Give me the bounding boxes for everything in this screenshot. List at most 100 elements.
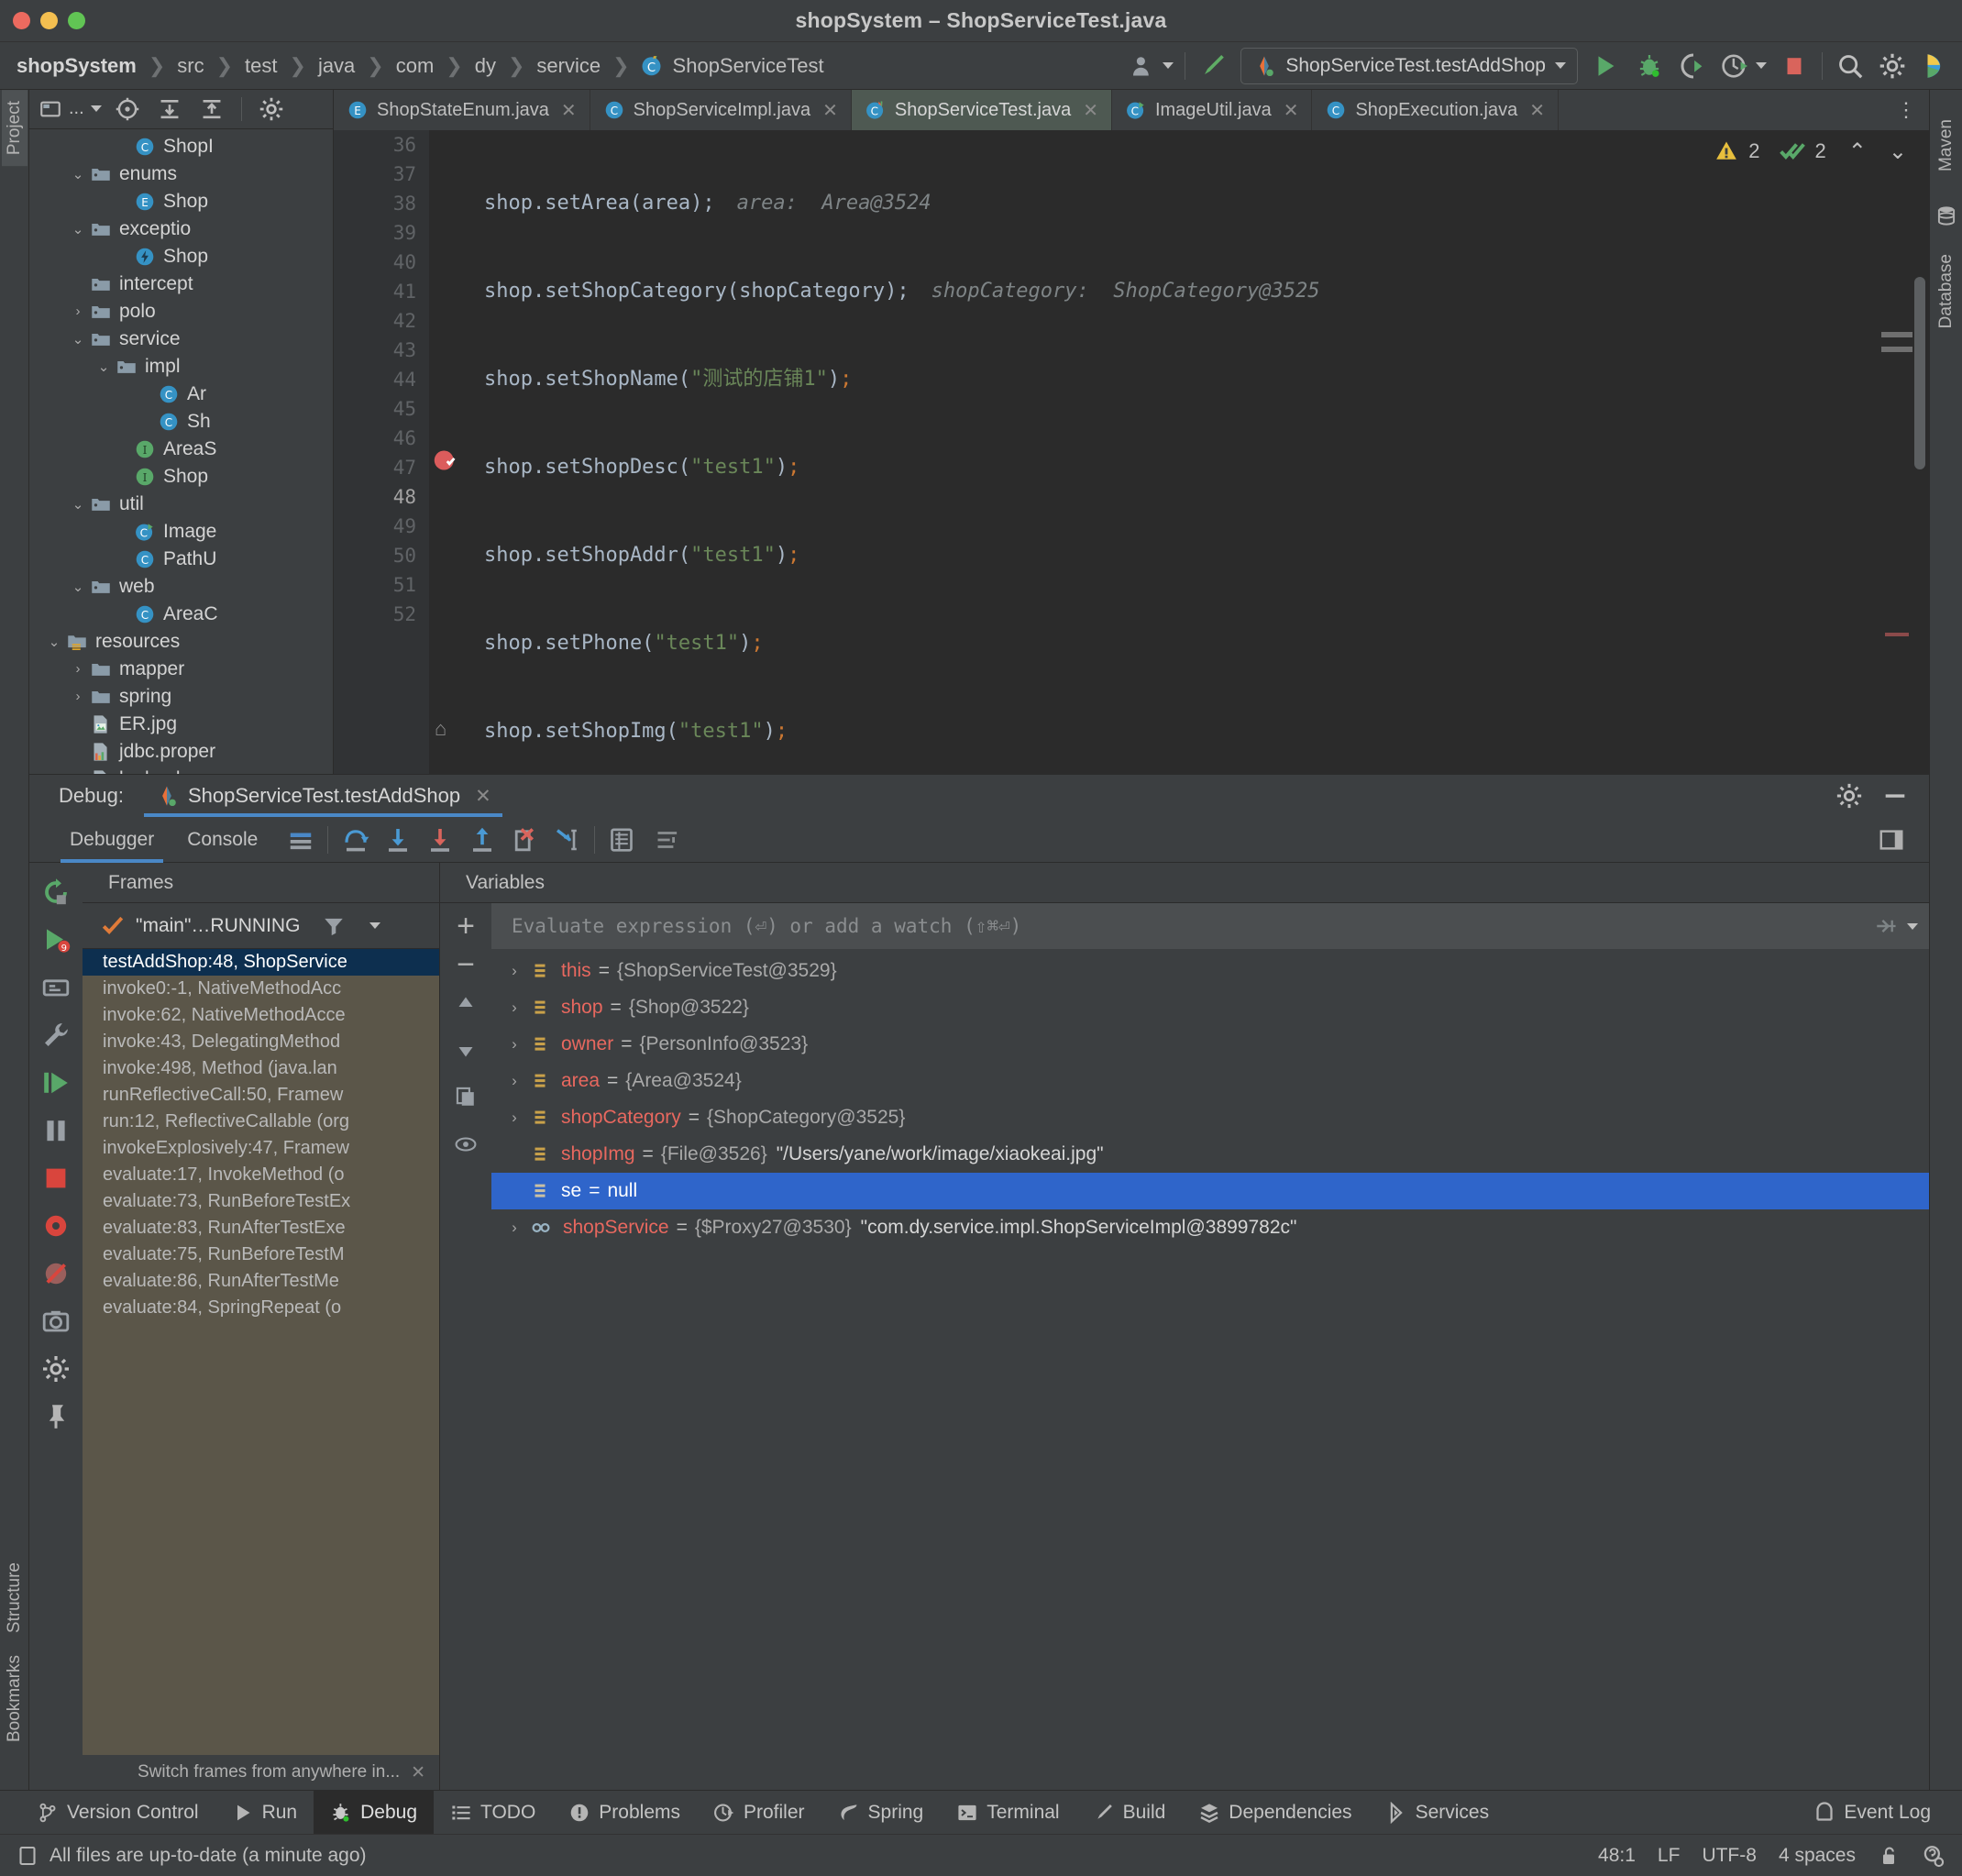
gear-icon[interactable] xyxy=(41,1354,71,1384)
profiler-button[interactable] xyxy=(1721,50,1767,83)
run-to-cursor-icon[interactable] xyxy=(552,825,581,855)
close-icon[interactable]: ✕ xyxy=(475,785,491,808)
breadcrumb-item-test[interactable]: test xyxy=(243,54,279,78)
sidebar-tab-project[interactable]: Project xyxy=(1,90,28,167)
close-icon[interactable]: ✕ xyxy=(1284,99,1299,122)
frame-item[interactable]: testAddShop:48, ShopService xyxy=(83,949,439,976)
debug-session-tab[interactable]: ShopServiceTest.testAddShop ✕ xyxy=(143,775,502,817)
chevron-down-icon[interactable]: ⌄ xyxy=(66,331,90,348)
tool-button-version-control[interactable]: Version Control xyxy=(20,1791,215,1835)
inspection-settings-icon[interactable] xyxy=(1922,1844,1945,1868)
search-icon[interactable] xyxy=(1834,50,1867,83)
line-separator[interactable]: LF xyxy=(1658,1845,1681,1867)
tool-button-terminal[interactable]: Terminal xyxy=(940,1791,1075,1835)
tree-item[interactable]: I Shop xyxy=(29,463,333,491)
frame-item[interactable]: runReflectiveCall:50, Framew xyxy=(83,1082,439,1109)
tool-button-event-log[interactable]: Event Log xyxy=(1797,1791,1947,1835)
rerun-icon[interactable] xyxy=(41,877,71,907)
variables-list[interactable]: › this = {ShopServiceTest@3529} › shop =… xyxy=(491,949,1929,1790)
chevron-down-icon[interactable] xyxy=(369,922,381,929)
close-icon[interactable]: ✕ xyxy=(561,99,577,122)
tree-item[interactable]: <> logback.xm xyxy=(29,766,333,774)
tree-item[interactable]: C PathU xyxy=(29,546,333,573)
close-icon[interactable]: ✕ xyxy=(1083,99,1098,122)
plus-icon[interactable]: + xyxy=(457,910,475,942)
tree-item[interactable]: I AreaS xyxy=(29,436,333,463)
tree-item[interactable]: ⌄ service xyxy=(29,326,333,353)
tree-item[interactable]: Shop xyxy=(29,243,333,270)
editor-tab-shopstateenum[interactable]: E ShopStateEnum.java ✕ xyxy=(334,90,590,130)
tree-item[interactable]: ⌄ util xyxy=(29,491,333,518)
frame-item[interactable]: evaluate:83, RunAfterTestExe xyxy=(83,1215,439,1241)
run-with-coverage-button[interactable] xyxy=(1677,50,1710,83)
debug-button[interactable] xyxy=(1633,50,1666,83)
editor-annotation-gutter[interactable] xyxy=(334,130,363,774)
editor-tab-shopservicetest[interactable]: C ShopServiceTest.java ✕ xyxy=(851,90,1112,130)
gear-icon[interactable] xyxy=(1835,782,1863,810)
gear-icon[interactable] xyxy=(255,93,288,126)
indent-setting[interactable]: 4 spaces xyxy=(1779,1845,1856,1867)
frame-item[interactable]: invoke:62, NativeMethodAcce xyxy=(83,1002,439,1029)
sidebar-tab-bookmarks[interactable]: Bookmarks xyxy=(2,1644,28,1753)
code-content[interactable]: shop.setArea(area); area: Area@3524 shop.… xyxy=(464,130,1929,774)
filter-icon[interactable] xyxy=(322,914,346,938)
tool-button-run[interactable]: Run xyxy=(215,1791,314,1835)
unlocked-icon[interactable] xyxy=(1878,1845,1900,1867)
chevron-right-icon[interactable]: › xyxy=(66,303,90,319)
restore-layout-icon[interactable] xyxy=(1878,826,1905,854)
step-into-icon[interactable] xyxy=(383,825,413,855)
sidebar-tab-maven[interactable]: Maven xyxy=(1934,108,1959,182)
sidebar-tab-database[interactable]: Database xyxy=(1934,243,1959,339)
chevron-down-icon[interactable] xyxy=(1907,922,1918,930)
expand-all-icon[interactable] xyxy=(153,93,186,126)
stop-button[interactable] xyxy=(1778,50,1811,83)
close-icon[interactable]: ✕ xyxy=(1529,99,1545,122)
chevron-right-icon[interactable]: › xyxy=(499,1072,530,1090)
breadcrumb-item-project[interactable]: shopSystem xyxy=(15,54,138,78)
minus-icon[interactable]: − xyxy=(457,949,475,980)
chevron-down-icon[interactable]: ⌄ xyxy=(66,579,90,595)
project-view-mode-selector[interactable]: ... xyxy=(39,93,102,126)
pin-icon[interactable] xyxy=(41,1402,71,1431)
variable-row[interactable]: › shop = {Shop@3522} xyxy=(491,989,1929,1026)
stop-icon[interactable] xyxy=(41,1164,71,1193)
editor-scrollbar[interactable] xyxy=(1914,277,1925,469)
editor-tab-shopserviceimpl[interactable]: C ShopServiceImpl.java ✕ xyxy=(590,90,852,130)
editor-tab-shopexecution[interactable]: C ShopExecution.java ✕ xyxy=(1312,90,1560,130)
mute-breakpoints-icon[interactable] xyxy=(41,1259,71,1288)
evaluate-expression-icon[interactable] xyxy=(608,826,635,854)
caret-position[interactable]: 48:1 xyxy=(1598,1845,1636,1867)
step-out-icon[interactable] xyxy=(468,825,497,855)
tool-button-debug[interactable]: Debug xyxy=(314,1790,434,1835)
inspections-widget[interactable]: 2 2 ⌃ ⌄ xyxy=(1714,138,1907,165)
user-profile-icon[interactable] xyxy=(1130,50,1174,83)
chevron-right-icon[interactable]: › xyxy=(499,999,530,1017)
variable-row[interactable]: shopImg = {File@3526} "/Users/yane/work/… xyxy=(491,1136,1929,1173)
tool-button-spring[interactable]: Spring xyxy=(821,1791,941,1835)
tree-item[interactable]: C ShopI xyxy=(29,133,333,160)
breadcrumb-item-com[interactable]: com xyxy=(394,54,436,78)
editor-tabs-more-button[interactable]: ⋮ xyxy=(1883,90,1929,130)
frame-item[interactable]: evaluate:17, InvokeMethod (o xyxy=(83,1162,439,1188)
frame-item[interactable]: evaluate:86, RunAfterTestMe xyxy=(83,1268,439,1295)
chevron-down-icon[interactable]: ⌄ xyxy=(66,496,90,513)
tree-item[interactable]: ⌄ resources xyxy=(29,628,333,656)
tab-debugger[interactable]: Debugger xyxy=(53,817,171,863)
frame-item[interactable]: run:12, ReflectiveCallable (org xyxy=(83,1109,439,1135)
thread-selector[interactable]: "main"…RUNNING xyxy=(83,903,439,949)
tree-item[interactable]: E Shop xyxy=(29,188,333,215)
run-button[interactable] xyxy=(1589,50,1622,83)
tree-item[interactable]: C Sh xyxy=(29,408,333,436)
chevron-right-icon[interactable]: › xyxy=(499,1109,530,1127)
threads-and-variables-icon[interactable] xyxy=(654,826,681,854)
frames-list[interactable]: testAddShop:48, ShopService invoke0:-1, … xyxy=(83,949,439,1755)
tree-item[interactable]: C Image xyxy=(29,518,333,546)
breakpoint-gutter[interactable]: ⌂ xyxy=(429,130,464,774)
evaluate-expression-input[interactable]: Evaluate expression (⏎) or add a watch (… xyxy=(491,903,1929,949)
breadcrumb-item-src[interactable]: src xyxy=(175,54,205,78)
resume-icon[interactable] xyxy=(41,1068,71,1098)
tree-item[interactable]: ER.jpg xyxy=(29,711,333,738)
collapse-all-icon[interactable] xyxy=(195,93,228,126)
chevron-down-icon[interactable]: ⌄ xyxy=(42,634,66,650)
tree-item[interactable]: jdbc.proper xyxy=(29,738,333,766)
